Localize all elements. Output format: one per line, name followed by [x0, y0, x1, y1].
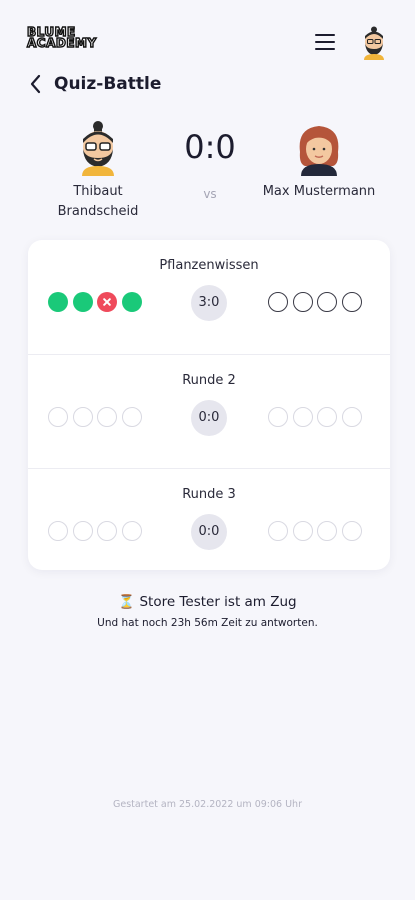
answer-dots-left — [48, 292, 146, 312]
hamburger-menu-icon[interactable] — [315, 34, 335, 50]
answer-dot-inactive — [317, 521, 337, 541]
answer-dot-empty — [292, 292, 313, 312]
round-row[interactable]: Pflanzenwissen 3:0 — [28, 240, 390, 354]
blume-academy-logo[interactable]: BLUME ACADEMY — [26, 25, 101, 53]
answer-dots-left — [48, 407, 146, 427]
logo-line-2: ACADEMY — [26, 36, 97, 50]
player-right: Max Mustermann — [255, 120, 383, 202]
page-title-row: Quiz-Battle — [28, 70, 161, 98]
round-row[interactable]: Runde 2 0:0 — [28, 354, 390, 468]
user-avatar-icon[interactable] — [360, 26, 388, 60]
answer-dot-inactive — [292, 521, 313, 541]
turn-status-detail: Und hat noch 23h 56m Zeit zu antworten. — [97, 617, 318, 629]
rounds-card: Pflanzenwissen 3:0 Runde 2 0:0 Runde 3 0:0 — [28, 240, 390, 570]
round-label: Runde 2 — [182, 373, 236, 388]
answer-dots-right — [268, 521, 366, 541]
match-started-timestamp: Gestartet am 25.02.2022 um 09:06 Uhr — [112, 799, 302, 810]
answer-dots-left — [48, 521, 146, 541]
player-left: Thibaut Brandscheid — [38, 120, 158, 222]
answer-dot-inactive — [317, 407, 337, 427]
answer-dot-inactive — [72, 407, 93, 427]
vs-label: vs — [203, 187, 217, 201]
page-title: Quiz-Battle — [54, 74, 162, 94]
answer-dot-inactive — [97, 407, 117, 427]
player-left-avatar — [82, 121, 114, 176]
answer-dot-wrong — [97, 292, 117, 312]
answer-dots-right — [268, 407, 366, 427]
round-score-badge: 3:0 — [191, 285, 227, 321]
answer-dot-inactive — [48, 521, 68, 541]
answer-dot-correct — [72, 292, 93, 312]
player-left-name: Thibaut Brandscheid — [57, 184, 139, 219]
answer-dot-correct — [48, 292, 68, 312]
chevron-left-icon[interactable] — [28, 73, 42, 95]
answer-dot-inactive — [268, 407, 288, 427]
app-header: BLUME ACADEMY — [0, 0, 415, 72]
player-right-avatar — [299, 126, 339, 176]
answer-dot-inactive — [72, 521, 93, 541]
answer-dot-inactive — [341, 521, 362, 541]
answer-dot-empty — [268, 292, 288, 312]
answer-dot-inactive — [341, 407, 362, 427]
answer-dot-empty — [317, 292, 337, 312]
answer-dot-inactive — [121, 521, 142, 541]
round-score-badge: 0:0 — [191, 400, 227, 436]
answer-dot-correct — [121, 292, 142, 312]
answer-dot-inactive — [97, 521, 117, 541]
total-score: 0:0 — [184, 128, 236, 166]
round-score-badge: 0:0 — [191, 514, 227, 550]
answer-dot-inactive — [292, 407, 313, 427]
answer-dot-inactive — [268, 521, 288, 541]
round-label: Pflanzenwissen — [159, 258, 259, 273]
round-label: Runde 3 — [182, 487, 236, 502]
answer-dot-inactive — [121, 407, 142, 427]
answer-dots-right — [268, 292, 366, 312]
turn-status: ⏳ Store Tester ist am Zug — [118, 594, 297, 610]
player-right-name: Max Mustermann — [262, 184, 376, 199]
answer-dot-empty — [341, 292, 362, 312]
answer-dot-inactive — [48, 407, 68, 427]
round-row[interactable]: Runde 3 0:0 — [28, 468, 390, 582]
